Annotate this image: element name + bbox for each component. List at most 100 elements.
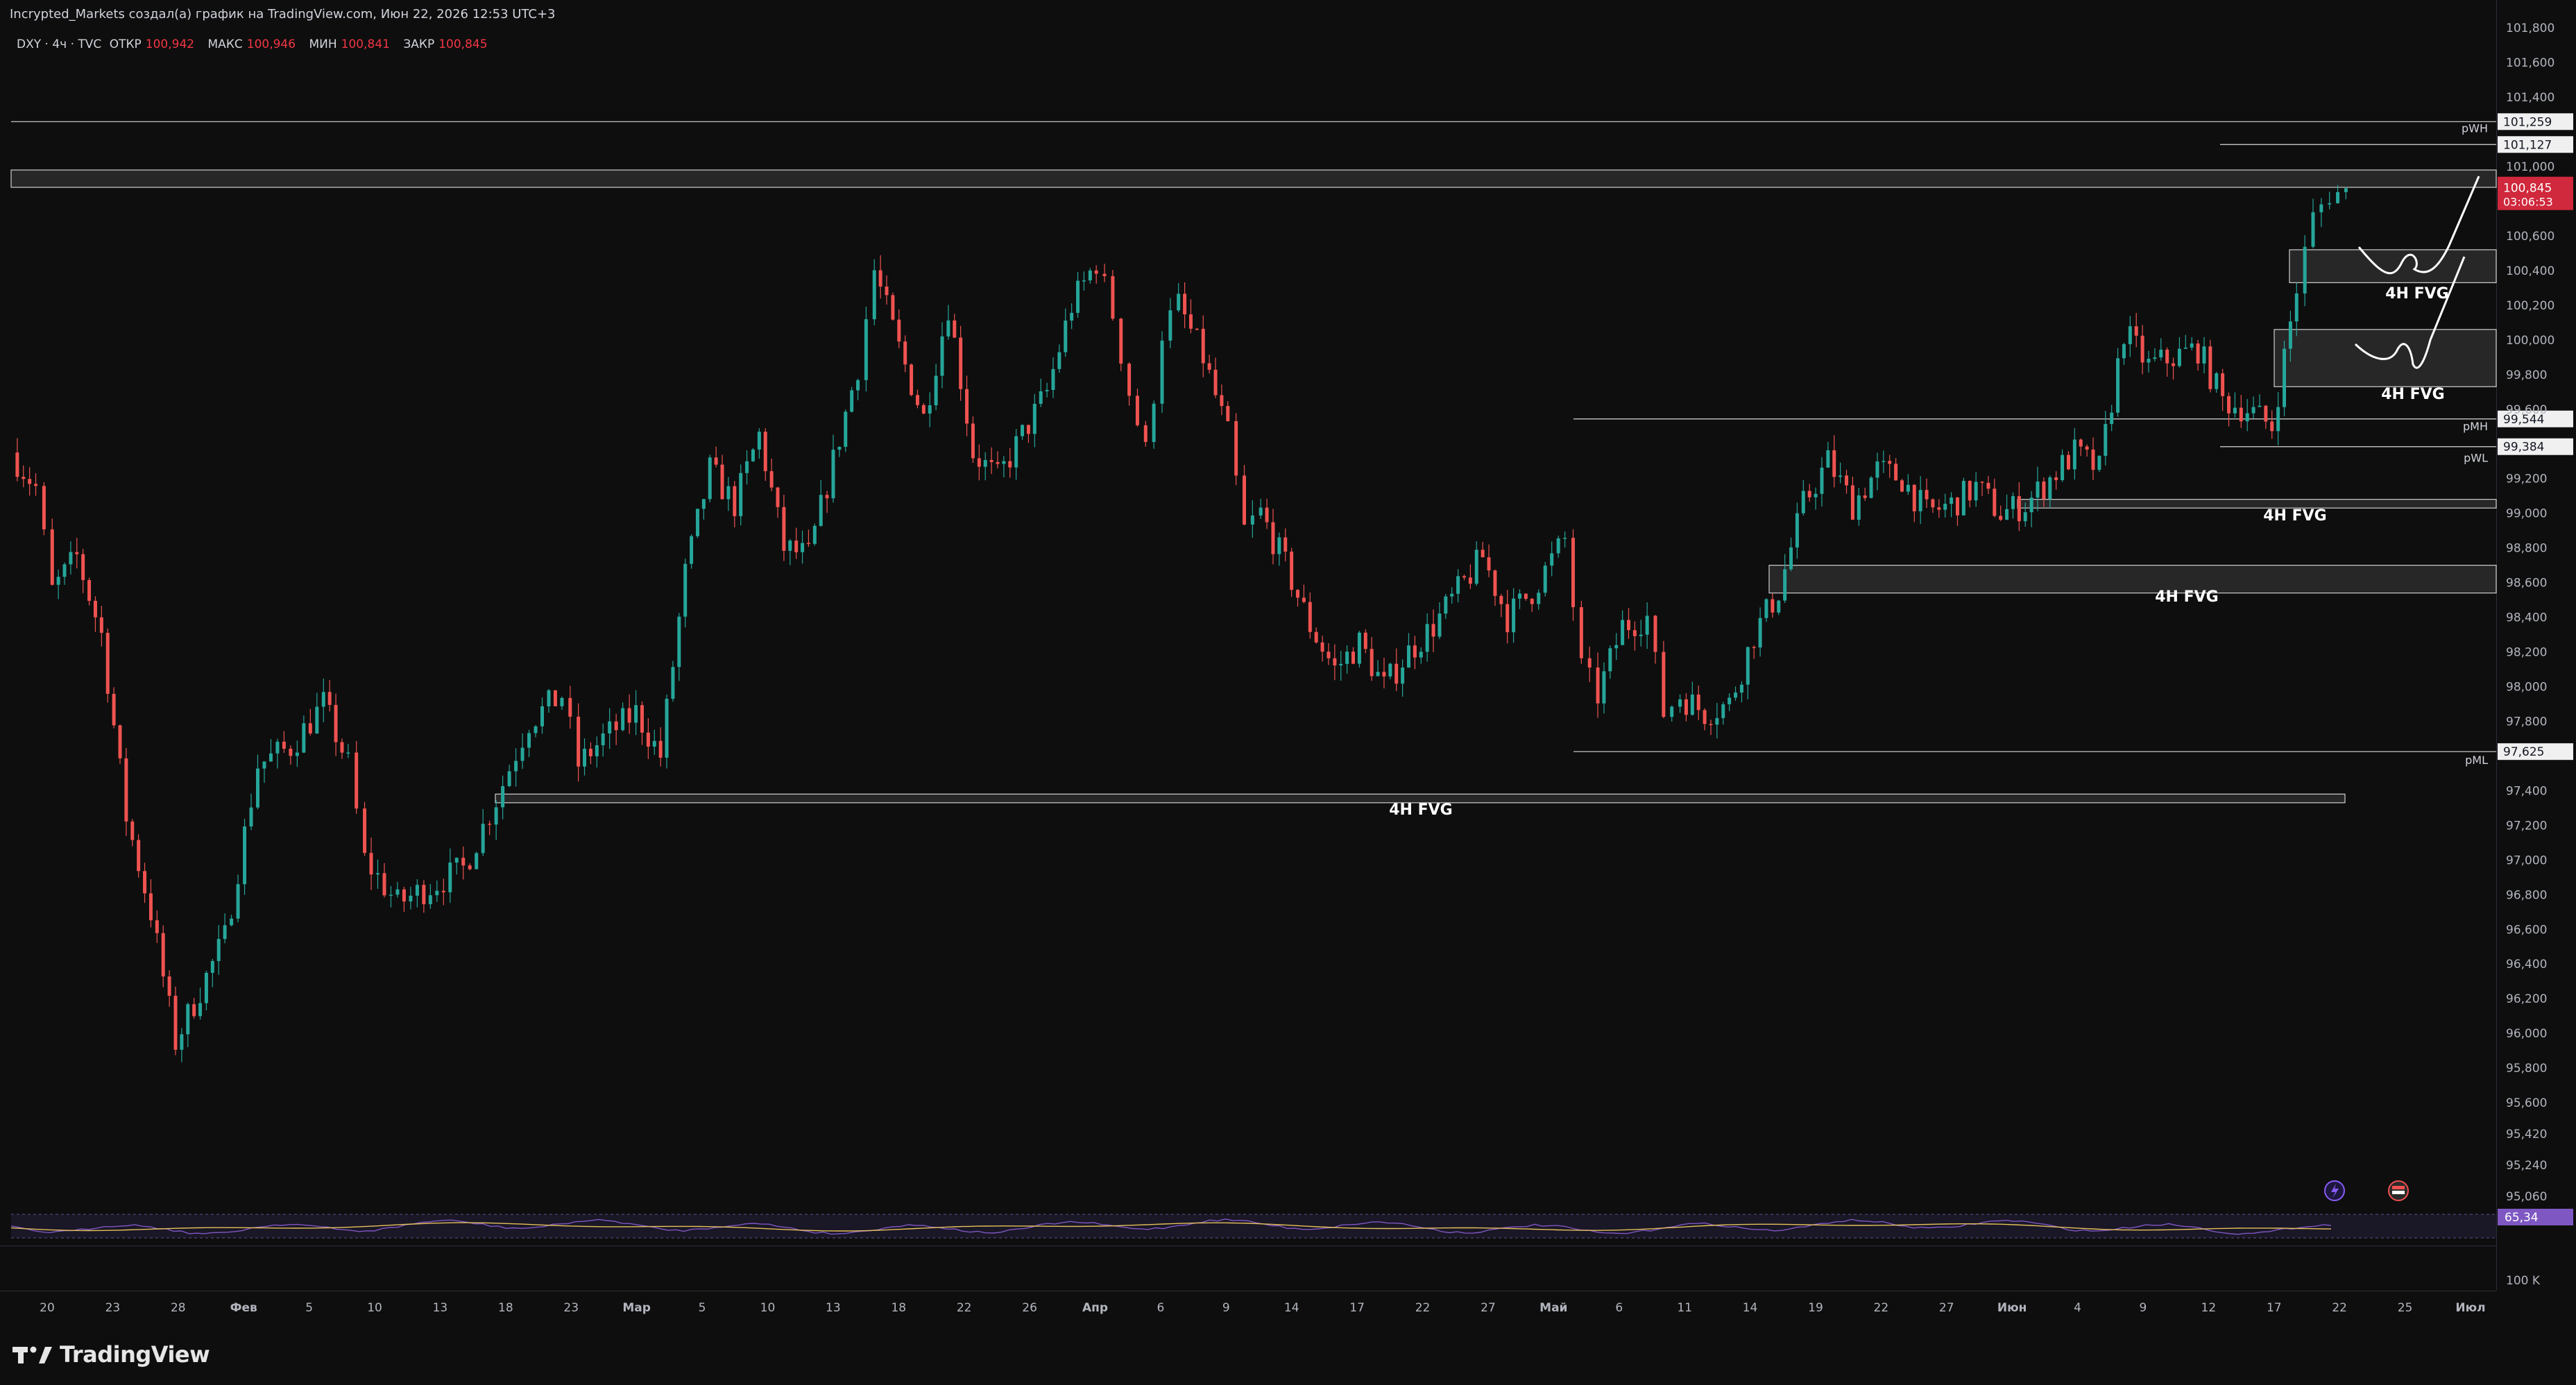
candle-body <box>1670 706 1674 717</box>
candle-body <box>1127 364 1132 396</box>
candle-body <box>1931 499 1935 508</box>
tradingview-chart-app: Incrypted_Markets создал(а) график на Tr… <box>0 0 2576 1385</box>
candle-body <box>989 459 993 462</box>
candle-body <box>971 423 975 459</box>
fvg-zone-label: 4H FVG <box>2385 285 2449 303</box>
fvg-zone[interactable] <box>1768 565 2497 594</box>
candle-body <box>595 745 599 757</box>
candle-body <box>1715 717 1719 725</box>
price-chart[interactable]: 4H FVG 4H FVG 4H FVG 4H FVG 4H FVG 101,259 pWH… <box>0 0 2576 1385</box>
candle-body <box>428 895 432 905</box>
candle-body <box>714 457 718 465</box>
price-tick-label: 101,600 <box>2506 56 2554 70</box>
candle-body <box>1771 599 1775 613</box>
candle-body <box>627 708 631 723</box>
candle-body <box>891 295 895 320</box>
candle-body <box>2288 321 2292 349</box>
candle-body <box>1438 613 1442 637</box>
brand-name: TradingView <box>60 1341 210 1368</box>
flag-stripe <box>2392 1186 2405 1189</box>
candle-body <box>1119 318 1123 364</box>
candle-body <box>346 752 350 754</box>
candle-body <box>1320 642 1324 652</box>
price-tick-label: 96,200 <box>2506 992 2547 1006</box>
candle-body <box>468 865 472 869</box>
price-tick-label: 100,400 <box>2506 264 2554 278</box>
candle-body <box>2147 359 2151 363</box>
candle-body <box>1734 692 1738 698</box>
candle-body <box>507 771 511 786</box>
candle-body <box>1082 280 1086 282</box>
candle-body <box>161 933 165 977</box>
candle-body <box>934 375 938 406</box>
candle-body <box>577 716 581 767</box>
candle-body <box>665 699 669 758</box>
candle-body <box>81 554 85 580</box>
candle-body <box>2110 412 2114 425</box>
candle-body <box>2221 373 2225 396</box>
candle-body <box>1345 652 1349 664</box>
candle-body <box>1265 507 1269 522</box>
candle-body <box>1032 403 1037 434</box>
candle-body <box>1826 450 1830 468</box>
candle-body <box>733 486 737 516</box>
candle-body <box>897 319 901 342</box>
candle-body <box>1869 477 1873 498</box>
candle-body <box>2202 346 2206 364</box>
candle-body <box>2128 326 2132 345</box>
candle-body <box>614 721 618 731</box>
candle-body <box>1639 634 1643 636</box>
candle-body <box>1571 538 1575 608</box>
tradingview-brand[interactable]: TradingView <box>12 1339 210 1370</box>
candle-body <box>475 853 479 869</box>
candle-body <box>1008 461 1012 468</box>
flag-stripe <box>2392 1191 2405 1194</box>
candle-body <box>2344 188 2348 192</box>
time-tick-label: 22 <box>2332 1301 2347 1315</box>
price-axis-border <box>2496 0 2497 1291</box>
candle-body <box>454 858 459 863</box>
fvg-zone[interactable] <box>2017 499 2497 509</box>
candle-body <box>763 432 767 472</box>
candle-body <box>1888 461 1892 464</box>
time-tick-label: 27 <box>1481 1301 1496 1315</box>
candle-body <box>1045 389 1049 391</box>
price-tick-label: 97,400 <box>2506 784 2547 798</box>
candles[interactable] <box>15 185 2348 1062</box>
price-tick-label: 95,240 <box>2506 1159 2547 1173</box>
candle-body <box>155 920 159 933</box>
candle-body <box>751 449 755 461</box>
candle-body <box>695 509 699 536</box>
candle-body <box>143 871 147 894</box>
fvg-zone[interactable] <box>10 169 2497 188</box>
candle-body <box>488 824 492 825</box>
candle-body <box>825 495 829 499</box>
candle-body <box>683 563 688 617</box>
candle-body <box>1413 645 1417 658</box>
candle-body <box>608 721 612 734</box>
candle-body <box>782 507 786 551</box>
time-tick-label: 19 <box>1808 1301 1823 1315</box>
candle-body <box>1450 593 1454 597</box>
candle-body <box>1468 577 1472 584</box>
candle-body <box>1608 648 1612 672</box>
candle-body <box>1376 672 1380 677</box>
price-tick-label: 97,200 <box>2506 819 2547 833</box>
candle-body <box>1662 652 1666 717</box>
candle-body <box>2336 192 2340 203</box>
candle-body <box>2066 454 2070 470</box>
candle-body <box>885 286 889 296</box>
candle-body <box>1621 620 1625 645</box>
candle-body <box>167 976 171 996</box>
candle-body <box>1925 490 1929 500</box>
price-tick-label: 96,800 <box>2506 888 2547 902</box>
candle-body <box>1943 504 1947 510</box>
fvg-zone[interactable] <box>2289 249 2497 283</box>
candle-body <box>583 749 587 767</box>
candle-body <box>315 706 319 733</box>
candle-body <box>553 690 557 706</box>
candle-body <box>2048 477 2052 500</box>
candle-body <box>2134 326 2138 336</box>
candle-body <box>1388 663 1392 677</box>
candle-body <box>1394 663 1399 684</box>
